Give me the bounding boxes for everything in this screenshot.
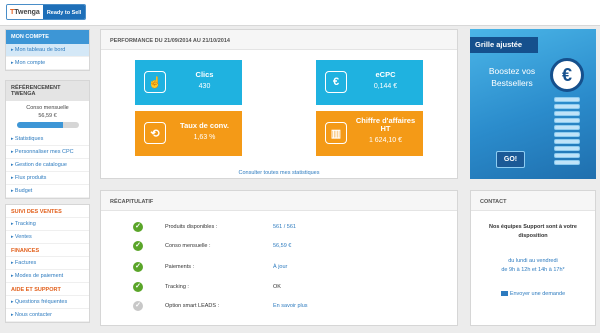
conso-label: Conso mensuelle bbox=[26, 105, 69, 111]
contact-text: Nos équipes Support sont à votre disposi… bbox=[471, 223, 595, 241]
euro-coin-icon: € bbox=[550, 58, 584, 92]
twenga-logo[interactable]: TTwenga Ready to Sell bbox=[6, 4, 87, 20]
coin-stack bbox=[554, 146, 580, 151]
sidebar-item-statistics[interactable]: Statistiques bbox=[6, 133, 89, 146]
coin-stack bbox=[554, 139, 580, 144]
recap-row: ✓ Produits disponibles : 561 / 561 bbox=[101, 221, 457, 235]
recap-row: ✓ Conso mensuelle : 56,59 € bbox=[101, 240, 457, 254]
sidebar-referencing: RÉFÉRENCEMENT TWENGA Conso mensuelle 56,… bbox=[5, 80, 90, 199]
tile-revenue[interactable]: ▥ Chiffre d'affaires HT 1 624,10 € bbox=[316, 111, 423, 156]
recap-label: Option smart LEADS : bbox=[165, 303, 220, 309]
pointer-icon: ☝ bbox=[144, 71, 166, 93]
contact-hours-line-2: de 9h à 12h et 14h à 17h* bbox=[501, 267, 565, 273]
tile-conversion[interactable]: ⟲ Taux de conv. 1,63 % bbox=[135, 111, 242, 156]
promo-text: Boostez vos Bestsellers bbox=[476, 65, 548, 89]
promo-banner[interactable]: Grille ajustée Boostez vos Bestsellers €… bbox=[470, 29, 596, 179]
sidebar-account-heading: MON COMPTE bbox=[6, 30, 89, 44]
contact-text-line-1: Nos équipes Support sont à votre bbox=[488, 224, 577, 230]
coin-stack bbox=[554, 111, 580, 116]
check-icon: ✓ bbox=[133, 222, 143, 232]
sidebar-item-cpc[interactable]: Personnaliser mes CPC bbox=[6, 146, 89, 159]
promo-go-button[interactable]: GO! bbox=[496, 151, 525, 168]
promo-line-2: Bestsellers bbox=[491, 78, 533, 88]
recap-row: ✓ Option smart LEADS : En savoir plus bbox=[101, 300, 457, 314]
tile-value: 1 624,10 € bbox=[368, 137, 403, 144]
euro-icon: € bbox=[325, 71, 347, 93]
tile-value: 430 bbox=[198, 83, 211, 90]
sidebar-referencing-heading: RÉFÉRENCEMENT TWENGA bbox=[6, 81, 89, 101]
refresh-icon: ⟲ bbox=[144, 122, 166, 144]
coin-stack bbox=[554, 153, 580, 158]
check-icon: ✓ bbox=[133, 241, 143, 251]
sidebar-item-faq[interactable]: Questions fréquentes bbox=[6, 296, 89, 309]
conso-progress-fill bbox=[16, 122, 63, 128]
promo-ribbon: Grille ajustée bbox=[470, 37, 538, 53]
sidebar-sales: SUIVI DES VENTES Tracking Ventes FINANCE… bbox=[5, 204, 90, 323]
sidebar-item-sales[interactable]: Ventes bbox=[6, 231, 89, 244]
tile-clics[interactable]: ☝ Clics 430 bbox=[135, 60, 242, 105]
mail-icon bbox=[500, 291, 508, 296]
sidebar-item-budget[interactable]: Budget bbox=[6, 185, 89, 198]
sidebar-sales-heading: SUIVI DES VENTES bbox=[6, 205, 89, 218]
sidebar-account: MON COMPTE Mon tableau de bord Mon compt… bbox=[5, 29, 90, 71]
all-stats-link[interactable]: Consulter toutes mes statistiques bbox=[101, 170, 457, 176]
tile-ecpc[interactable]: € eCPC 0,144 € bbox=[316, 60, 423, 105]
tile-label: Clics bbox=[195, 70, 214, 79]
contact-panel: CONTACT Nos équipes Support sont à votre… bbox=[470, 190, 596, 326]
conso-value: 56,59 € bbox=[38, 113, 57, 119]
check-icon: ✓ bbox=[133, 282, 143, 292]
tile-label: Taux de conv. bbox=[180, 121, 229, 130]
sidebar-item-invoices[interactable]: Factures bbox=[6, 257, 89, 270]
check-icon-inactive: ✓ bbox=[133, 301, 143, 311]
coin-stack bbox=[554, 125, 580, 130]
recap-label: Tracking : bbox=[165, 284, 189, 290]
recap-row: ✓ Tracking : OK bbox=[101, 281, 457, 295]
sidebar-help-heading: AIDE ET SUPPORT bbox=[6, 283, 89, 296]
recap-label: Conso mensuelle : bbox=[165, 243, 211, 249]
tile-label: Chiffre d'affaires HT bbox=[355, 116, 416, 133]
contact-title: CONTACT bbox=[471, 191, 595, 211]
check-icon: ✓ bbox=[133, 262, 143, 272]
performance-title: PERFORMANCE DU 21/09/2014 AU 21/10/2014 bbox=[101, 30, 457, 50]
bar-chart-icon: ▥ bbox=[325, 122, 347, 144]
contact-hours: du lundi au vendredi de 9h à 12h et 14h … bbox=[471, 257, 595, 275]
recap-label: Paiements : bbox=[165, 264, 195, 270]
logo-wordmark: TTwenga bbox=[7, 5, 43, 19]
promo-line-1: Boostez vos bbox=[488, 66, 536, 76]
conso-progress-bar bbox=[16, 122, 79, 128]
contact-link-label: Envoyer une demande bbox=[509, 291, 566, 297]
recap-title: RÉCAPITULATIF bbox=[101, 191, 457, 211]
top-bar: TTwenga Ready to Sell bbox=[0, 0, 600, 26]
sidebar-finances-heading: FINANCES bbox=[6, 244, 89, 257]
recap-label: Produits disponibles : bbox=[165, 224, 218, 230]
coin-stack bbox=[554, 104, 580, 109]
sidebar-item-feeds[interactable]: Flux produits bbox=[6, 172, 89, 185]
sidebar-item-account[interactable]: Mon compte bbox=[6, 57, 89, 70]
sidebar-item-contact[interactable]: Nous contacter bbox=[6, 309, 89, 322]
sidebar-item-dashboard[interactable]: Mon tableau de bord bbox=[6, 44, 89, 57]
recap-value-link[interactable]: À jour bbox=[273, 264, 287, 270]
contact-request-link[interactable]: Envoyer une demande bbox=[471, 291, 595, 297]
recap-value: OK bbox=[273, 284, 281, 290]
coin-stack bbox=[554, 97, 580, 102]
contact-hours-line-1: du lundi au vendredi bbox=[508, 258, 558, 264]
tile-label: eCPC bbox=[375, 70, 396, 79]
recap-panel: RÉCAPITULATIF ✓ Produits disponibles : 5… bbox=[100, 190, 458, 326]
recap-row: ✓ Paiements : À jour bbox=[101, 261, 457, 275]
performance-panel: PERFORMANCE DU 21/09/2014 AU 21/10/2014 … bbox=[100, 29, 458, 179]
recap-value-link[interactable]: 561 / 561 bbox=[273, 224, 296, 230]
tile-value: 1,63 % bbox=[193, 134, 216, 141]
coin-stack bbox=[554, 160, 580, 165]
coin-stack bbox=[554, 132, 580, 137]
tile-value: 0,144 € bbox=[373, 83, 398, 90]
sidebar-item-tracking[interactable]: Tracking bbox=[6, 218, 89, 231]
coin-stack bbox=[554, 118, 580, 123]
logo-tagline: Ready to Sell bbox=[42, 5, 86, 19]
sidebar-item-catalog[interactable]: Gestion de catalogue bbox=[6, 159, 89, 172]
recap-value-link[interactable]: En savoir plus bbox=[273, 303, 308, 309]
contact-text-line-2: disposition bbox=[518, 233, 548, 239]
recap-value-link[interactable]: 56,59 € bbox=[273, 243, 291, 249]
sidebar-item-payment-methods[interactable]: Modes de paiement bbox=[6, 270, 89, 283]
